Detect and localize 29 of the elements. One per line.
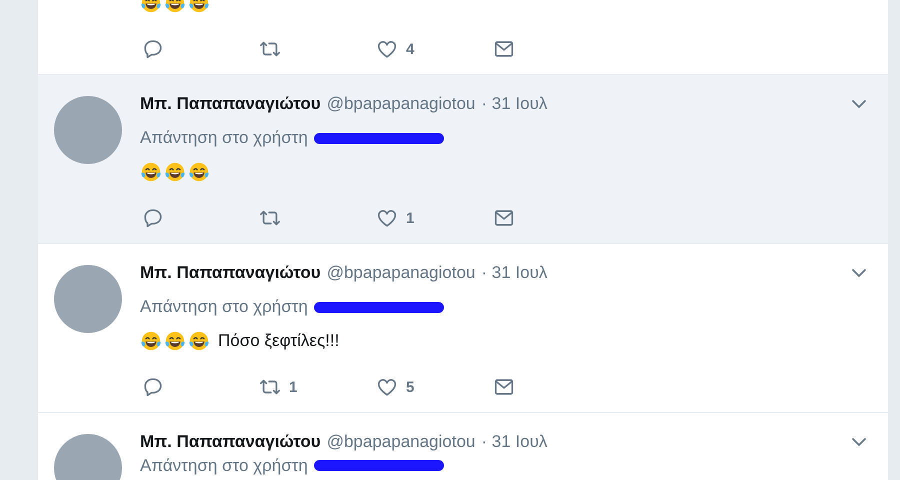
reply-icon <box>142 207 164 229</box>
laughing-tears-emoji-icon <box>188 330 210 352</box>
like-button[interactable]: 5 <box>374 376 416 398</box>
author-name[interactable]: Μπ. Παπαπαναγιώτου <box>140 430 321 454</box>
laughing-tears-emoji-icon <box>164 161 186 183</box>
author-handle[interactable]: @bpapapanagiotou <box>326 92 476 116</box>
like-button[interactable]: 1 <box>374 207 416 229</box>
author-name[interactable]: Μπ. Παπαπαναγιώτου <box>140 261 321 285</box>
heart-icon <box>376 376 398 398</box>
author-handle[interactable]: @bpapapanagiotou <box>326 261 476 285</box>
reply-to-label: Απάντηση στο χρήστη <box>140 296 308 318</box>
tweet-date[interactable]: · 31 Ιουλ <box>481 261 548 285</box>
reply-icon <box>142 376 164 398</box>
heart-icon <box>376 38 398 60</box>
laughing-tears-emoji-icon <box>164 330 186 352</box>
laughing-tears-emoji-icon <box>140 161 162 183</box>
tweet-date[interactable]: · 31 Ιουλ <box>481 92 548 116</box>
retweet-button[interactable]: 1 <box>257 376 300 398</box>
author-name[interactable]: Μπ. Παπαπαναγιώτου <box>140 92 321 116</box>
tweet-date[interactable]: · 31 Ιουλ <box>481 430 548 454</box>
reply-to-label: Απάντηση στο χρήστη <box>140 127 308 149</box>
laughing-tears-emoji-icon <box>188 161 210 183</box>
tweet-text: Πόσο ξεφτίλες!!! <box>218 331 340 351</box>
reply-icon <box>142 38 164 60</box>
reply-to-label: Απάντηση στο χρήστη <box>140 456 308 475</box>
laughing-tears-emoji-icon <box>140 330 162 352</box>
like-button[interactable]: 4 <box>374 38 416 60</box>
author-handle[interactable]: @bpapapanagiotou <box>326 430 476 454</box>
heart-icon <box>376 207 398 229</box>
